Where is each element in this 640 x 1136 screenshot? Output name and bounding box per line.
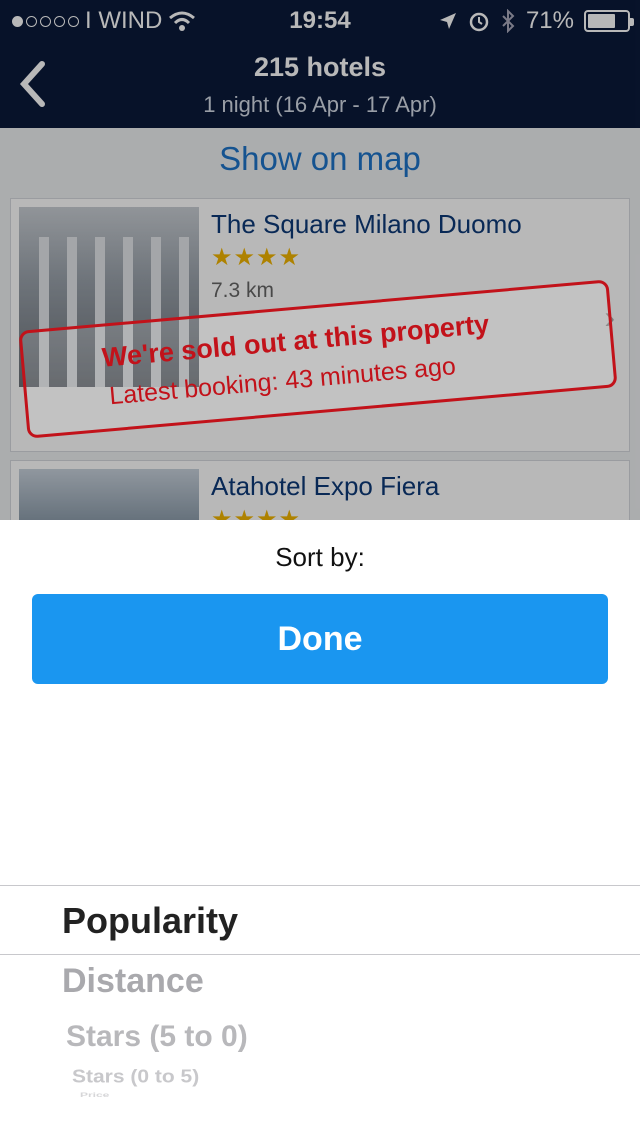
sort-option-stars-asc[interactable]: Stars (0 to 5) (72, 1066, 199, 1088)
sort-option-price[interactable]: Price (80, 1092, 109, 1099)
sort-option-stars-desc[interactable]: Stars (5 to 0) (66, 1020, 248, 1054)
picker-divider (0, 885, 640, 886)
sort-by-label: Sort by: (275, 542, 365, 572)
dim-overlay[interactable] (0, 0, 640, 520)
sort-sheet: Sort by: Done Popularity Distance Stars … (0, 520, 640, 1136)
sort-option-popularity[interactable]: Popularity (62, 900, 238, 942)
picker-divider (0, 954, 640, 955)
done-button[interactable]: Done (32, 594, 608, 684)
sort-option-distance[interactable]: Distance (62, 962, 204, 1001)
